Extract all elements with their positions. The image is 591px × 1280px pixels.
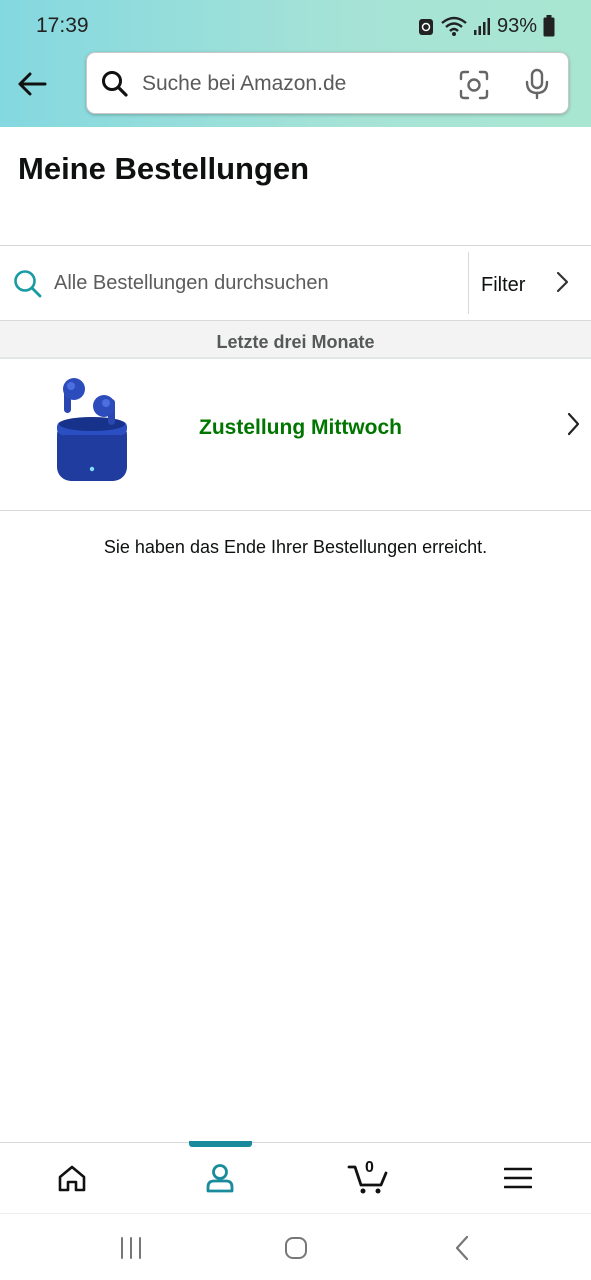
recent-apps-button[interactable] (101, 1231, 161, 1265)
home-system-button[interactable] (266, 1231, 326, 1265)
end-of-orders-message: Sie haben das Ende Ihrer Bestellungen er… (103, 537, 488, 557)
system-navigation-bar (0, 1213, 591, 1280)
back-button[interactable] (14, 66, 50, 102)
chevron-left-icon (455, 1235, 469, 1261)
divider (0, 510, 591, 511)
microphone-icon[interactable] (524, 68, 550, 100)
filter-button[interactable]: Filter (469, 246, 591, 320)
section-header-label: Letzte drei Monate (216, 332, 375, 352)
nav-account[interactable] (170, 1143, 270, 1213)
signal-icon (473, 18, 490, 35)
status-time: 17:39 (36, 14, 89, 37)
home-icon (58, 1165, 86, 1192)
order-search-placeholder[interactable]: Alle Bestellungen durchsuchen (54, 272, 329, 295)
order-delivery-status: Zustellung Mittwoch (199, 416, 402, 439)
account-icon (206, 1164, 234, 1193)
amazon-search-bar[interactable]: Suche bei Amazon.de (86, 52, 569, 114)
battery-icon (543, 15, 555, 37)
chevron-right-icon (567, 412, 580, 436)
wifi-icon (441, 16, 467, 36)
arrow-left-icon (18, 72, 47, 96)
recent-apps-icon (121, 1237, 141, 1259)
order-search-input[interactable]: Alle Bestellungen durchsuchen (0, 246, 469, 320)
bottom-navigation: 0 (0, 1141, 591, 1213)
section-header: Letzte drei Monate (0, 321, 591, 359)
menu-icon (504, 1167, 532, 1189)
nav-menu[interactable] (468, 1143, 568, 1213)
status-bar: 17:39 93% (0, 0, 591, 52)
nav-home[interactable] (22, 1143, 122, 1213)
cart-count-badge: 0 (365, 1159, 374, 1176)
search-icon (102, 71, 128, 97)
search-placeholder[interactable]: Suche bei Amazon.de (142, 72, 346, 96)
home-circle-icon (285, 1237, 307, 1259)
page-title: Meine Bestellungen (18, 151, 310, 186)
top-header: 17:39 93% Suche bei Amazon.de (0, 0, 591, 127)
battery-percentage: 93% (496, 14, 537, 37)
order-list-item[interactable]: Zustellung Mittwoch (0, 361, 591, 510)
camera-scan-icon[interactable] (459, 70, 489, 100)
product-image-earbuds (57, 378, 127, 481)
nav-cart[interactable]: 0 (318, 1143, 418, 1213)
data-saver-icon (418, 19, 433, 35)
chevron-right-icon (556, 271, 569, 293)
search-icon (14, 270, 42, 298)
status-icons: 93% (417, 13, 555, 39)
filter-label: Filter (481, 274, 526, 296)
back-system-button[interactable] (432, 1231, 492, 1265)
